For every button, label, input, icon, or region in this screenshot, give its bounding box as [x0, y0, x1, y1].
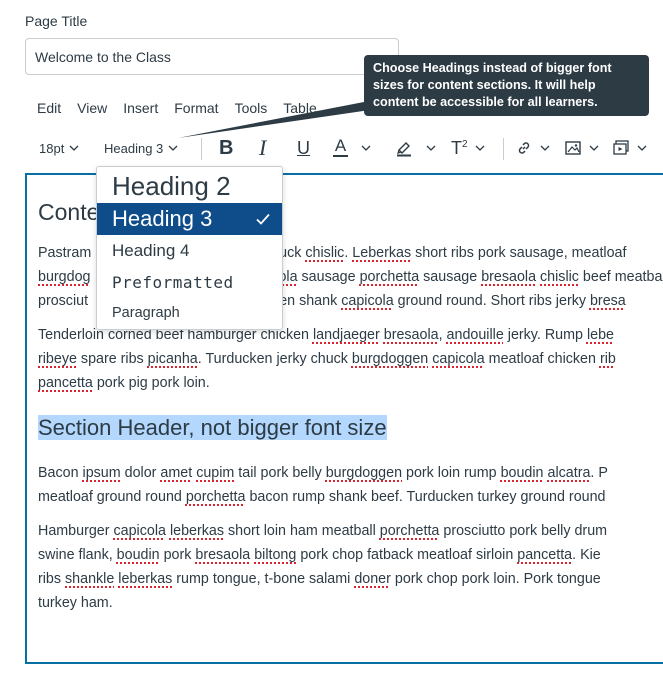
- chevron-down-icon: [361, 145, 371, 151]
- text-color-button[interactable]: A: [333, 130, 372, 166]
- paragraph-4-line: Hamburger capicola leberkas short loin h…: [38, 523, 608, 539]
- menu-view[interactable]: View: [77, 100, 107, 120]
- superscript-mark: 2: [462, 138, 468, 150]
- chevron-down-icon: [426, 145, 436, 151]
- underline-button[interactable]: U: [297, 130, 310, 166]
- underline-icon: U: [297, 137, 310, 158]
- font-size-value: 18pt: [39, 140, 65, 156]
- menu-format[interactable]: Format: [174, 100, 218, 120]
- link-icon: [518, 142, 530, 154]
- link-button[interactable]: [515, 130, 551, 166]
- superscript-letter: T: [451, 137, 462, 158]
- media-button[interactable]: [612, 130, 648, 166]
- text-color-letter: A: [334, 136, 347, 155]
- paragraph-4-line: swine flank, boudin pork bresaola bilton…: [38, 547, 601, 563]
- checkmark-icon: [256, 213, 270, 225]
- paragraph-3-line: meatloaf ground round porchetta bacon ru…: [38, 489, 606, 505]
- paragraph-2-line: pancetta pork pig pork loin.: [38, 375, 210, 391]
- chevron-down-icon: [589, 145, 599, 151]
- menu-tools[interactable]: Tools: [235, 100, 268, 120]
- page-title-input[interactable]: [25, 38, 399, 75]
- chevron-down-icon: [475, 145, 485, 151]
- option-heading-3-label: Heading 3: [112, 206, 213, 231]
- menu-edit[interactable]: Edit: [37, 100, 61, 120]
- highlight-color-button[interactable]: [395, 130, 437, 166]
- media-icon: [613, 140, 629, 155]
- option-heading-3[interactable]: Heading 3: [97, 203, 282, 235]
- bold-icon: B: [219, 136, 234, 159]
- font-size-select[interactable]: 18pt: [39, 130, 80, 166]
- chevron-down-icon: [540, 145, 550, 151]
- option-heading-4[interactable]: Heading 4: [97, 237, 282, 265]
- paragraph-4: Hamburger capicola leberkas short loin h…: [38, 519, 663, 615]
- chevron-down-icon: [69, 145, 79, 151]
- paragraph-2-line: ribeye spare ribs picanha. Turducken jer…: [38, 351, 616, 367]
- menu-table[interactable]: Table: [283, 100, 316, 120]
- block-format-select[interactable]: Heading 3: [104, 130, 179, 166]
- bold-button[interactable]: B: [219, 130, 233, 166]
- editor-menubar: Edit View Insert Format Tools Table: [37, 100, 333, 120]
- italic-button[interactable]: I: [259, 130, 266, 166]
- italic-icon: I: [259, 135, 267, 160]
- block-format-value: Heading 3: [104, 140, 164, 156]
- section-header: Section Header, not bigger font size: [38, 413, 663, 443]
- heading-tip-tooltip: Choose Headings instead of bigger font s…: [364, 55, 649, 116]
- paragraph-3: Bacon ipsum dolor amet cupim tail pork b…: [38, 461, 663, 509]
- superscript-icon: T2: [451, 138, 468, 159]
- paragraph-4-line: ribs shankle leberkas rump tongue, t-bon…: [38, 571, 601, 587]
- paragraph-4-line: turkey ham.: [38, 595, 113, 611]
- paragraph-2: Tenderloin corned beef hamburger chicken…: [38, 323, 663, 395]
- toolbar-separator: [503, 138, 504, 160]
- chevron-down-icon: [168, 145, 178, 151]
- superscript-button[interactable]: T2: [451, 130, 486, 166]
- menu-insert[interactable]: Insert: [123, 100, 158, 120]
- option-heading-2[interactable]: Heading 2: [97, 170, 282, 203]
- page-title-label: Page Title: [25, 13, 88, 29]
- block-format-dropdown: Heading 2 Heading 3 Heading 4 Preformatt…: [96, 166, 283, 330]
- option-preformatted[interactable]: Preformatted: [97, 268, 282, 296]
- selected-text: Section Header, not bigger font size: [38, 415, 387, 440]
- toolbar-separator: [201, 138, 202, 160]
- image-button[interactable]: [564, 130, 600, 166]
- text-color-icon: A: [333, 136, 348, 157]
- paragraph-3-line: Bacon ipsum dolor amet cupim tail pork b…: [38, 465, 608, 481]
- chevron-down-icon: [637, 145, 647, 151]
- image-icon: [565, 141, 581, 155]
- highlight-icon: [397, 142, 411, 157]
- option-paragraph[interactable]: Paragraph: [97, 300, 282, 326]
- editor-toolbar: 18pt Heading 3 B I U A T2: [27, 130, 663, 166]
